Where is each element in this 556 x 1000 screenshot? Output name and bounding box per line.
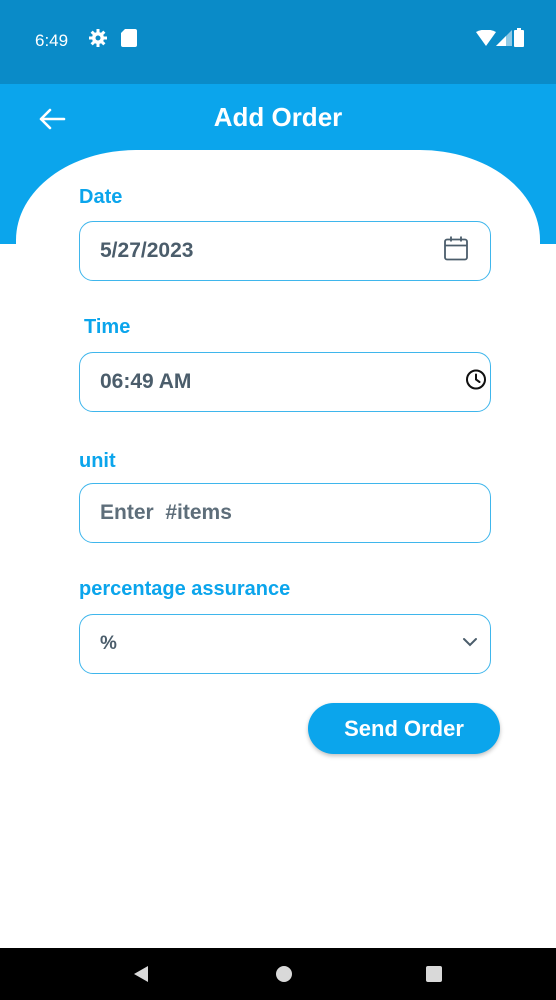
system-nav-bar: [0, 948, 556, 1000]
signal-icon: [496, 30, 512, 51]
recents-square-icon[interactable]: [404, 948, 464, 1000]
assurance-label: percentage assurance: [79, 578, 291, 600]
send-order-button[interactable]: Send Order: [308, 703, 500, 754]
time-field[interactable]: 06:49 AM: [79, 352, 491, 412]
date-field[interactable]: 5/27/2023: [79, 221, 491, 281]
back-triangle-icon[interactable]: [110, 948, 170, 1000]
unit-field[interactable]: [79, 483, 491, 543]
calendar-icon[interactable]: [442, 235, 470, 268]
date-value: 5/27/2023: [100, 239, 194, 262]
clock-icon[interactable]: [464, 368, 488, 397]
settings-gear-icon: [88, 28, 108, 53]
unit-label: unit: [79, 450, 116, 472]
add-order-screen: 6:49 Add Order Date 5/27/2023 Time 06:49…: [0, 0, 556, 1000]
date-label: Date: [79, 186, 123, 208]
page-title: Add Order: [213, 102, 343, 132]
unit-input[interactable]: [100, 484, 460, 542]
assurance-selected-value: %: [100, 633, 117, 654]
assurance-select[interactable]: %: [79, 614, 491, 674]
time-value: 06:49 AM: [100, 370, 192, 393]
home-circle-icon[interactable]: [254, 948, 314, 1000]
status-time: 6:49: [35, 31, 69, 50]
time-label: Time: [84, 316, 131, 338]
chevron-down-icon: [462, 635, 478, 653]
wifi-icon: [476, 29, 496, 51]
battery-icon: [514, 28, 524, 52]
status-bar: 6:49: [0, 0, 556, 84]
sd-card-icon: [121, 29, 137, 52]
